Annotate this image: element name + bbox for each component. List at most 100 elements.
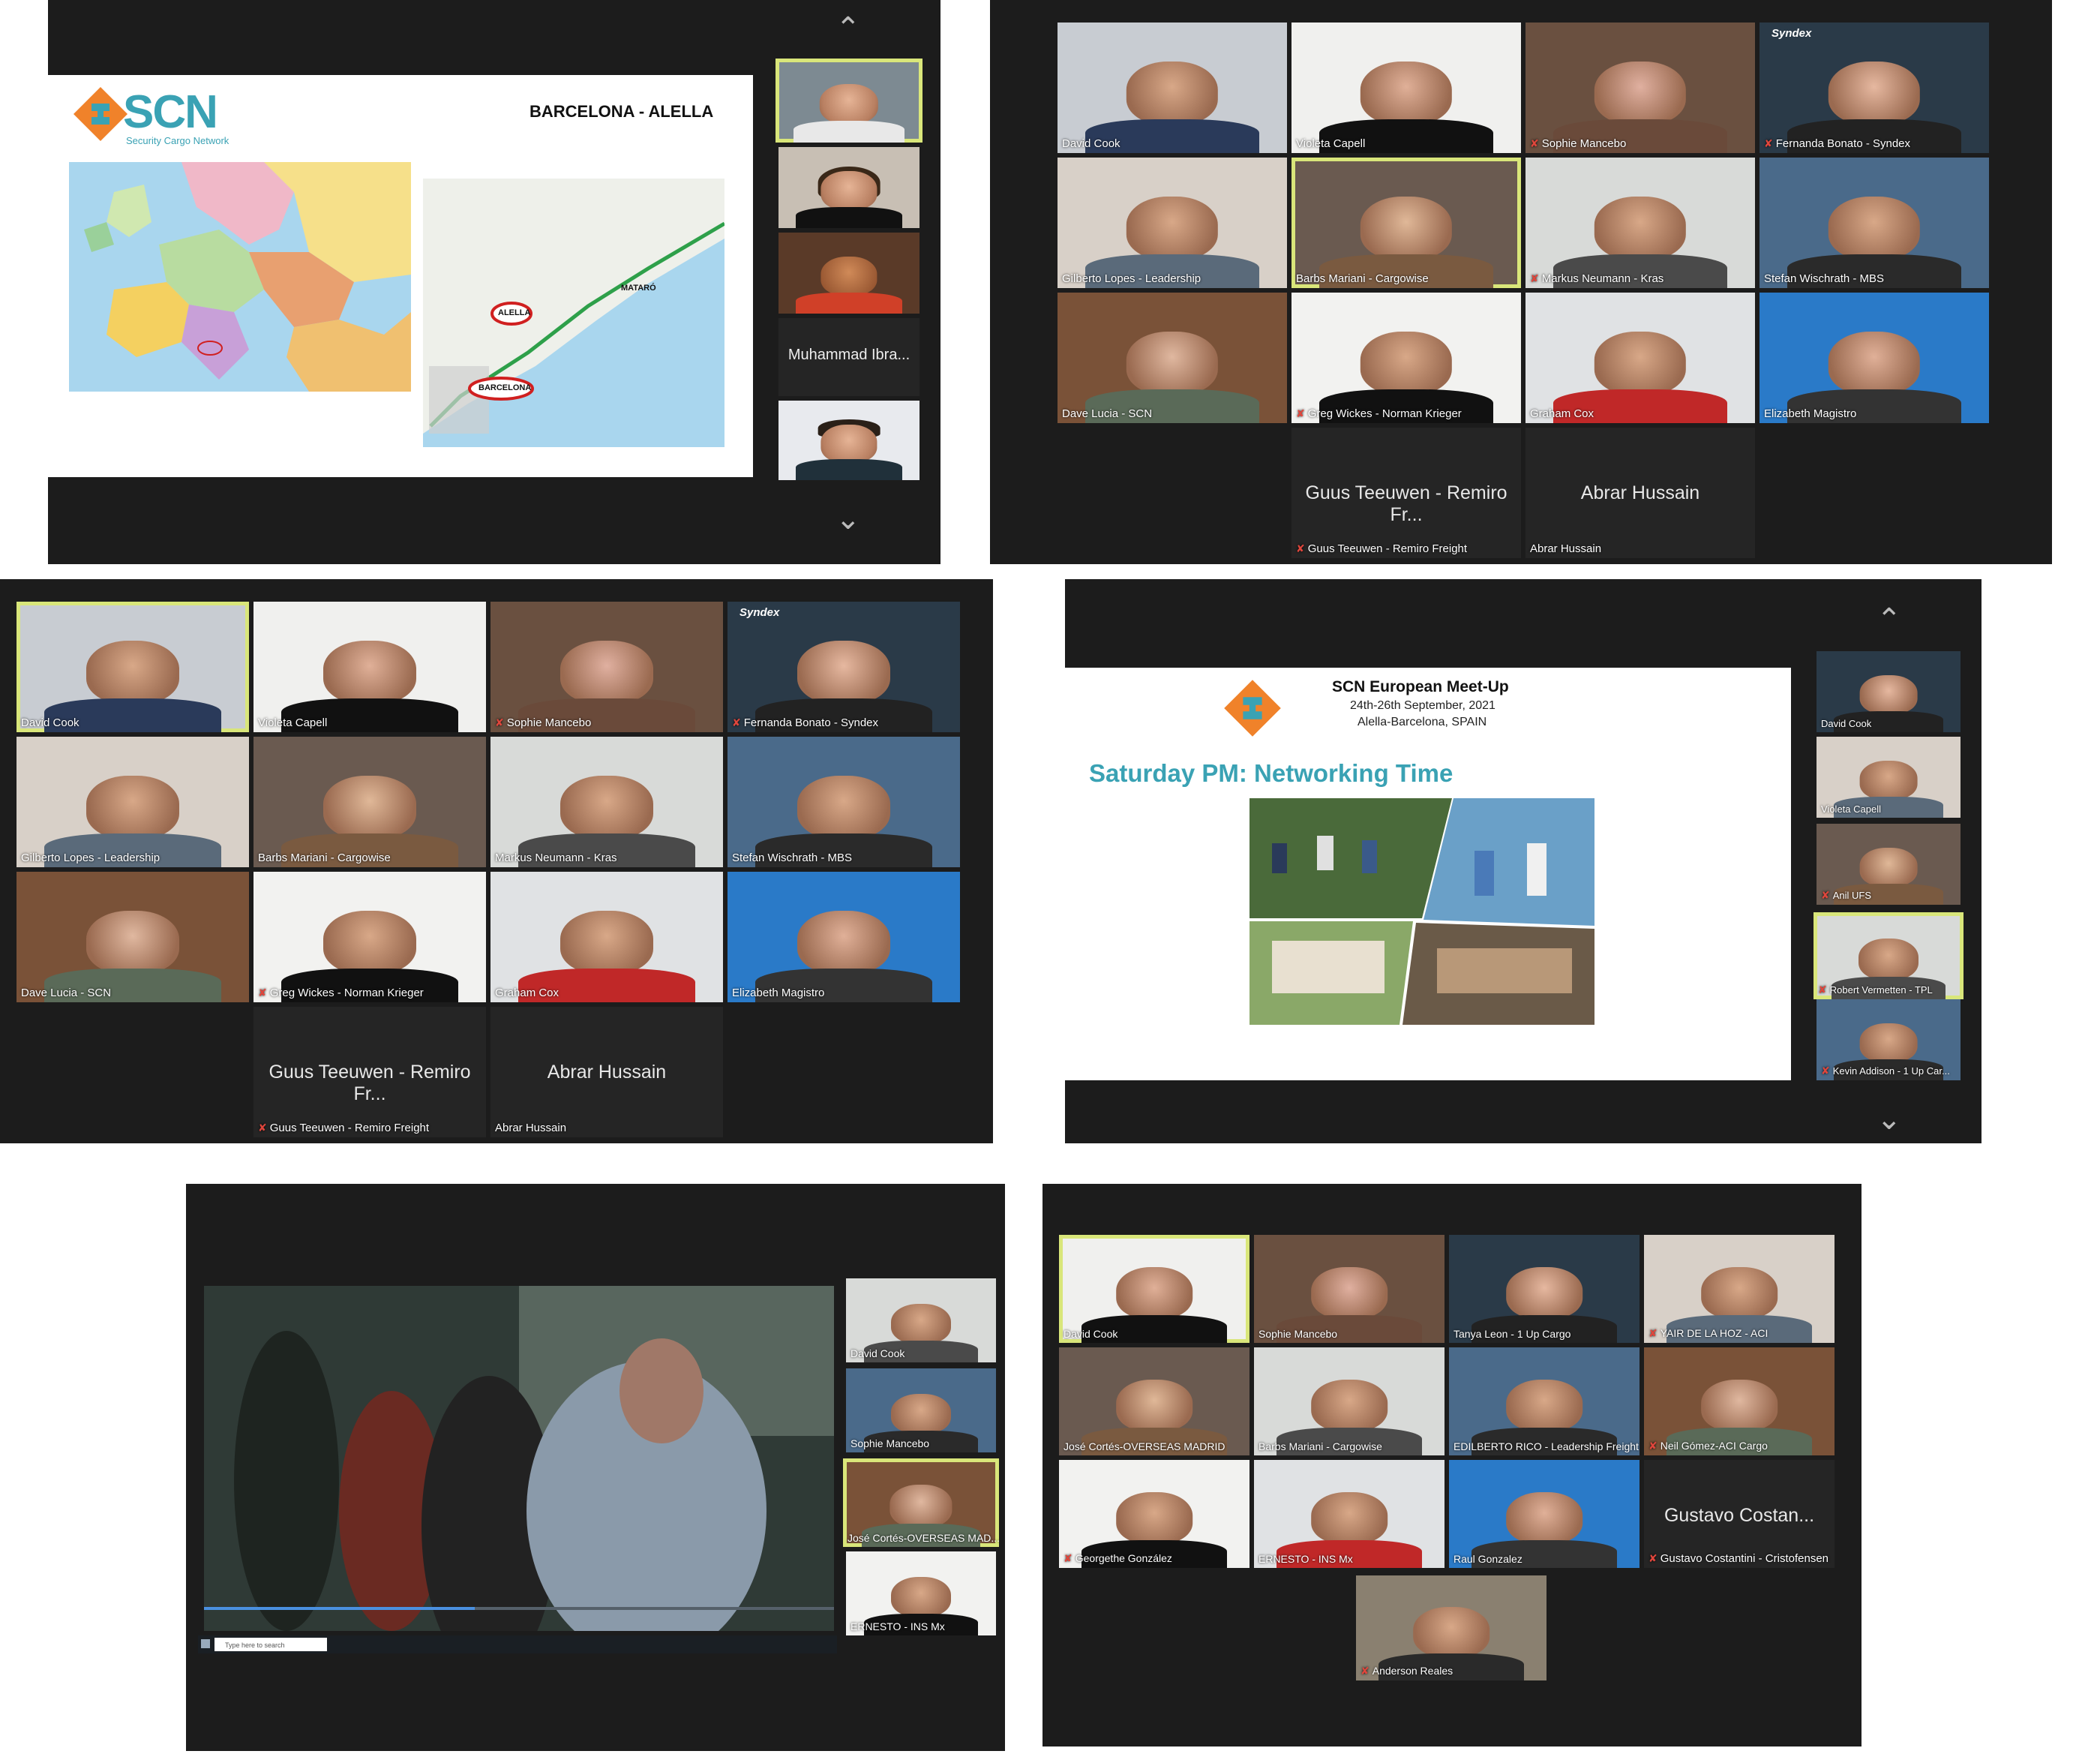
scn-logo-icon [74,87,128,141]
participant-tile[interactable]: ✘ Georgethe González [1059,1460,1250,1568]
participant-tile-no-video[interactable]: Gustavo Costan... ✘ Gustavo Costantini - C… [1644,1460,1834,1568]
participant-tile[interactable]: David Cook [846,1278,996,1362]
taskbar-search[interactable]: Type here to search [214,1638,327,1651]
participant-tile[interactable]: Sophie Mancebo [846,1368,996,1452]
participant-tile[interactable]: Gilberto Lopes - Leadership [16,737,249,867]
participant-tile[interactable]: ✘ Greg Wickes - Norman Krieger [1292,293,1521,423]
mic-muted-icon: ✘ [1064,1552,1072,1564]
participant-tile[interactable]: Violeta Capell [254,602,486,732]
participant-tile[interactable]: Stefan Wischrath - MBS [728,737,960,867]
mic-muted-icon: ✘ [732,716,741,728]
participant-tile[interactable]: ✘ Sophie Mancebo [1526,23,1755,153]
participant-tile[interactable]: ✘ Anil UFS [1816,824,1960,905]
participant-tile[interactable]: David Cook [1058,23,1287,153]
participant-tile[interactable]: Stefan Wischrath - MBS [1760,158,1989,288]
video-progress-bar[interactable] [204,1607,834,1610]
participant-tile-no-video[interactable]: Abrar Hussain Abrar Hussain [490,1007,723,1137]
participant-tile[interactable]: ✘ Kevin Addison - 1 Up Car... [1816,999,1960,1080]
mic-muted-icon: ✘ [1530,272,1539,284]
participant-tile[interactable]: ✘ Robert Vermetten - TPL [1814,912,1964,999]
participant-head [1828,197,1921,260]
participant-tile[interactable]: Barbs Mariani - Cargowise [254,737,486,867]
participant-head [323,641,416,704]
participant-name-text: Guus Teeuwen - Remiro Freight [1307,542,1468,555]
search-placeholder: Type here to search [225,1641,285,1649]
participant-video[interactable] [776,59,922,143]
participant-name-text: Markus Neumann - Kras [495,851,617,864]
participant-tile-no-video[interactable]: Guus Teeuwen - Remiro Fr... ✘ Guus Teeuwen… [1292,428,1521,558]
participant-name: David Cook [1821,718,1871,729]
participant-tile[interactable]: Raul Gonzalez [1449,1460,1640,1568]
participant-video[interactable] [778,401,920,480]
participant-head [560,776,653,839]
participant-tile[interactable]: Violeta Capell [1816,737,1960,818]
participant-tile[interactable]: Elizabeth Magistro [1760,293,1989,423]
logo-subtitle: Security Cargo Network [126,135,230,146]
participant-tile[interactable]: ✘ Markus Neumann - Kras [1526,158,1755,288]
participant-head [1360,197,1453,260]
participant-tile[interactable]: ERNESTO - INS Mx [846,1551,996,1635]
participant-head [1701,1267,1778,1320]
participant-tile[interactable]: David Cook [16,602,249,732]
participant-tile[interactable]: Gilberto Lopes - Leadership [1058,158,1287,288]
participant-tile-no-video[interactable]: Abrar Hussain Abrar Hussain [1526,428,1755,558]
participant-tile[interactable]: Graham Cox [490,872,723,1002]
participant-tile[interactable]: José Cortés-OVERSEAS MADRID [1059,1347,1250,1455]
participant-tile[interactable]: ✘ YAIR DE LA HOZ - ACI [1644,1235,1834,1343]
participant-head [820,424,878,463]
shared-video[interactable] [204,1286,834,1631]
participant-name: José Cortés-OVERSEAS MAD... [848,1532,999,1544]
chevron-down-icon[interactable]: ⌄ [836,504,861,534]
participant-tile[interactable]: David Cook [1059,1235,1250,1343]
participant-tile[interactable]: ✘ Sophie Mancebo [490,602,723,732]
participant-tile[interactable]: Graham Cox [1526,293,1755,423]
participant-tile[interactable]: Elizabeth Magistro [728,872,960,1002]
chevron-up-icon[interactable]: ⌃ [836,14,861,44]
participant-tile[interactable]: ✘ Fernanda Bonato - Syndex [1760,23,1989,153]
participant-name-text: ERNESTO - INS Mx [850,1620,945,1632]
participant-tile[interactable]: Dave Lucia - SCN [1058,293,1287,423]
participant-tile[interactable]: Sophie Mancebo [1254,1235,1444,1343]
participant-name: ERNESTO - INS Mx [850,1620,945,1632]
participant-name-text: Gilberto Lopes - Leadership [1062,272,1202,285]
participant-tile-no-video[interactable]: Guus Teeuwen - Remiro Fr... ✘ Guus Teeuwen… [254,1007,486,1137]
slide-heading: Saturday PM: Networking Time [1089,759,1454,787]
participant-tile[interactable]: ✘ Neil Gómez-ACI Cargo [1644,1347,1834,1455]
participant-tile[interactable]: Violeta Capell [1292,23,1521,153]
participant-tile[interactable]: Dave Lucia - SCN [16,872,249,1002]
participant-video[interactable] [778,233,920,314]
participant-head [891,1303,951,1344]
slide-date: 24th-26th September, 2021 [1350,699,1496,712]
participant-name: Abrar Hussain [1530,542,1601,555]
participant-name: Gilberto Lopes - Leadership [1062,272,1201,285]
participant-tile[interactable]: José Cortés-OVERSEAS MAD... [843,1458,999,1547]
chevron-down-icon[interactable]: ⌄ [1876,1104,1902,1134]
participant-tile[interactable]: EDILBERTO RICO - Leadership Freight [1449,1347,1640,1455]
participant-name: ERNESTO - INS Mx [1258,1553,1353,1565]
participant-tile[interactable]: ERNESTO - INS Mx [1254,1460,1444,1568]
participant-tile[interactable]: ✘ Fernanda Bonato - Syndex [728,602,960,732]
participant-head [1858,938,1918,981]
participant-tile[interactable]: ✘ Anderson Reales [1356,1575,1546,1680]
participant-name: Dave Lucia - SCN [1062,407,1152,420]
participant-name: David Cook [850,1347,904,1359]
participant-tile[interactable]: Tanya Leon - 1 Up Cargo [1449,1235,1640,1343]
participant-tile[interactable]: David Cook [1816,651,1960,732]
shared-slide: SCN European Meet-Up 24th-26th September… [1065,668,1791,1080]
participant-tile[interactable]: ✘ Greg Wickes - Norman Krieger [254,872,486,1002]
participant-name: ✘ Neil Gómez-ACI Cargo [1648,1440,1768,1452]
participant-video[interactable] [778,147,920,228]
syndex-logo: Syndex [740,606,780,619]
chevron-up-icon[interactable]: ⌃ [1876,605,1902,635]
participant-tile-muhammad[interactable]: Muhammad Ibra... [778,318,920,396]
participant-name: ✘ Guus Teeuwen - Remiro Freight [1296,542,1467,555]
map-label-barcelona: BARCELONA [478,383,532,392]
participant-body [795,459,903,480]
map-label-mataro: MATARÓ [621,284,656,293]
participant-head [797,911,890,974]
participant-head [891,1393,951,1434]
start-icon[interactable] [201,1639,210,1648]
participant-tile[interactable]: Markus Neumann - Kras [490,737,723,867]
participant-tile[interactable]: Barbs Mariani - Cargowise [1292,158,1521,288]
participant-tile[interactable]: Barbs Mariani - Cargowise [1254,1347,1444,1455]
